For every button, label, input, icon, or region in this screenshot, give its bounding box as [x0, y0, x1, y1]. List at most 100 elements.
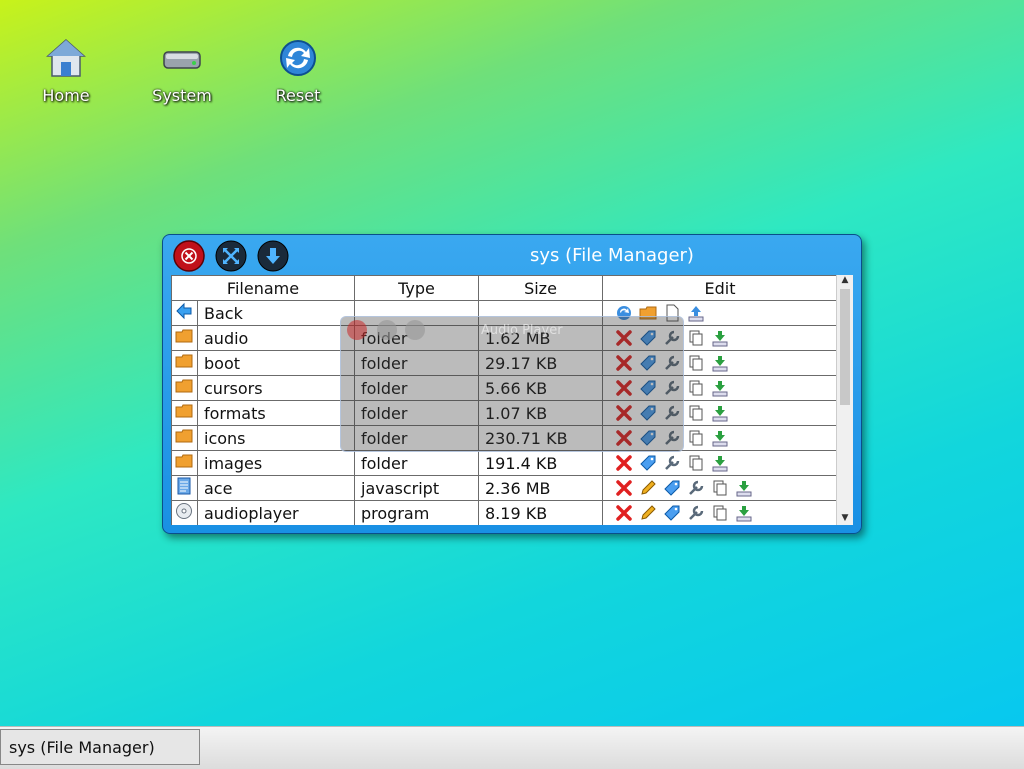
hard-drive-icon — [160, 36, 204, 80]
copy-icon[interactable] — [711, 479, 729, 497]
column-header-filename[interactable]: Filename — [171, 275, 355, 301]
taskbar-window-button[interactable]: sys (File Manager) — [0, 729, 200, 765]
row-icon-cell — [171, 425, 198, 451]
size-cell: 2.36 MB — [478, 475, 603, 501]
upload-icon[interactable] — [687, 304, 705, 322]
copy-icon[interactable] — [711, 504, 729, 522]
wrench-icon[interactable] — [663, 454, 681, 472]
arrow-down-icon — [257, 240, 289, 272]
edit-pencil-icon[interactable] — [639, 504, 657, 522]
filename-cell[interactable]: Back — [197, 300, 355, 326]
filename-cell[interactable]: cursors — [197, 375, 355, 401]
audio-player-ghost-window[interactable]: Audio Player — [340, 316, 684, 452]
tag-icon[interactable] — [639, 454, 657, 472]
back-arrow-icon — [176, 302, 192, 320]
edit-pencil-icon[interactable] — [639, 479, 657, 497]
folder-icon — [175, 404, 193, 418]
type-cell: javascript — [354, 475, 479, 501]
filename-cell[interactable]: ace — [197, 475, 355, 501]
vertical-scrollbar[interactable]: ▲ ▼ — [836, 275, 853, 525]
column-header-type[interactable]: Type — [354, 275, 479, 301]
download-icon[interactable] — [711, 454, 729, 472]
maximize-button[interactable] — [215, 240, 247, 272]
row-icon-cell — [171, 500, 198, 525]
folder-icon — [175, 354, 193, 368]
wrench-icon[interactable] — [687, 479, 705, 497]
table-header-row: Filename Type Size Edit — [171, 275, 838, 301]
tag-icon[interactable] — [663, 479, 681, 497]
desktop-icon-system[interactable]: System — [137, 36, 227, 105]
edit-cell — [602, 500, 838, 525]
download-icon[interactable] — [711, 329, 729, 347]
close-icon — [173, 240, 205, 272]
script-file-icon — [177, 477, 191, 495]
folder-icon — [175, 454, 193, 468]
download-icon[interactable] — [735, 479, 753, 497]
type-cell: program — [354, 500, 479, 525]
scroll-down-icon[interactable]: ▼ — [837, 513, 853, 525]
delete-icon[interactable] — [615, 504, 633, 522]
column-header-edit: Edit — [602, 275, 838, 301]
desktop-icon-label: Reset — [275, 86, 321, 105]
desktop-icon-reset[interactable]: Reset — [253, 36, 343, 105]
table-row[interactable]: images folder 191.4 KB — [171, 450, 838, 476]
row-icon-cell — [171, 400, 198, 426]
delete-icon[interactable] — [615, 479, 633, 497]
refresh-icon — [276, 36, 320, 80]
scroll-up-icon[interactable]: ▲ — [837, 275, 853, 287]
row-icon-cell — [171, 325, 198, 351]
row-icon-cell — [171, 475, 198, 501]
window-titlebar[interactable]: sys (File Manager) — [163, 235, 861, 275]
copy-icon[interactable] — [687, 429, 705, 447]
delete-icon[interactable] — [615, 454, 633, 472]
type-cell: folder — [354, 450, 479, 476]
window-title: sys (File Manager) — [530, 245, 694, 266]
filename-cell[interactable]: formats — [197, 400, 355, 426]
column-header-size[interactable]: Size — [478, 275, 603, 301]
expand-icon[interactable] — [377, 320, 397, 340]
program-disc-icon — [176, 503, 192, 519]
edit-cell — [602, 475, 838, 501]
size-cell: 8.19 KB — [478, 500, 603, 525]
filename-cell[interactable]: audio — [197, 325, 355, 351]
tag-icon[interactable] — [663, 504, 681, 522]
desktop-icon-label: Home — [42, 86, 90, 105]
desktop-icon-label: System — [152, 86, 212, 105]
minimize-button[interactable] — [257, 240, 289, 272]
copy-icon[interactable] — [687, 454, 705, 472]
row-icon-cell — [171, 300, 198, 326]
row-icon-cell — [171, 375, 198, 401]
overlay-title: Audio Player — [481, 323, 563, 338]
copy-icon[interactable] — [687, 404, 705, 422]
filename-cell[interactable]: icons — [197, 425, 355, 451]
expand-icon — [215, 240, 247, 272]
filename-cell[interactable]: images — [197, 450, 355, 476]
taskbar: sys (File Manager) — [0, 726, 1024, 769]
arrow-down-icon[interactable] — [405, 320, 425, 340]
filename-cell[interactable]: audioplayer — [197, 500, 355, 525]
download-icon[interactable] — [711, 354, 729, 372]
copy-icon[interactable] — [687, 354, 705, 372]
table-row[interactable]: audioplayer program 8.19 KB — [171, 500, 838, 525]
folder-icon — [175, 429, 193, 443]
filename-cell[interactable]: boot — [197, 350, 355, 376]
copy-icon[interactable] — [687, 329, 705, 347]
download-icon[interactable] — [735, 504, 753, 522]
download-icon[interactable] — [711, 404, 729, 422]
size-cell: 191.4 KB — [478, 450, 603, 476]
desktop-icon-home[interactable]: Home — [21, 36, 111, 105]
close-icon[interactable] — [347, 320, 367, 340]
folder-icon — [175, 379, 193, 393]
table-row[interactable]: ace javascript 2.36 MB — [171, 475, 838, 501]
close-button[interactable] — [173, 240, 205, 272]
download-icon[interactable] — [711, 379, 729, 397]
download-icon[interactable] — [711, 429, 729, 447]
edit-cell — [602, 450, 838, 476]
row-icon-cell — [171, 450, 198, 476]
scrollbar-thumb[interactable] — [840, 289, 850, 405]
folder-icon — [175, 329, 193, 343]
row-icon-cell — [171, 350, 198, 376]
wrench-icon[interactable] — [687, 504, 705, 522]
copy-icon[interactable] — [687, 379, 705, 397]
home-icon — [44, 36, 88, 80]
